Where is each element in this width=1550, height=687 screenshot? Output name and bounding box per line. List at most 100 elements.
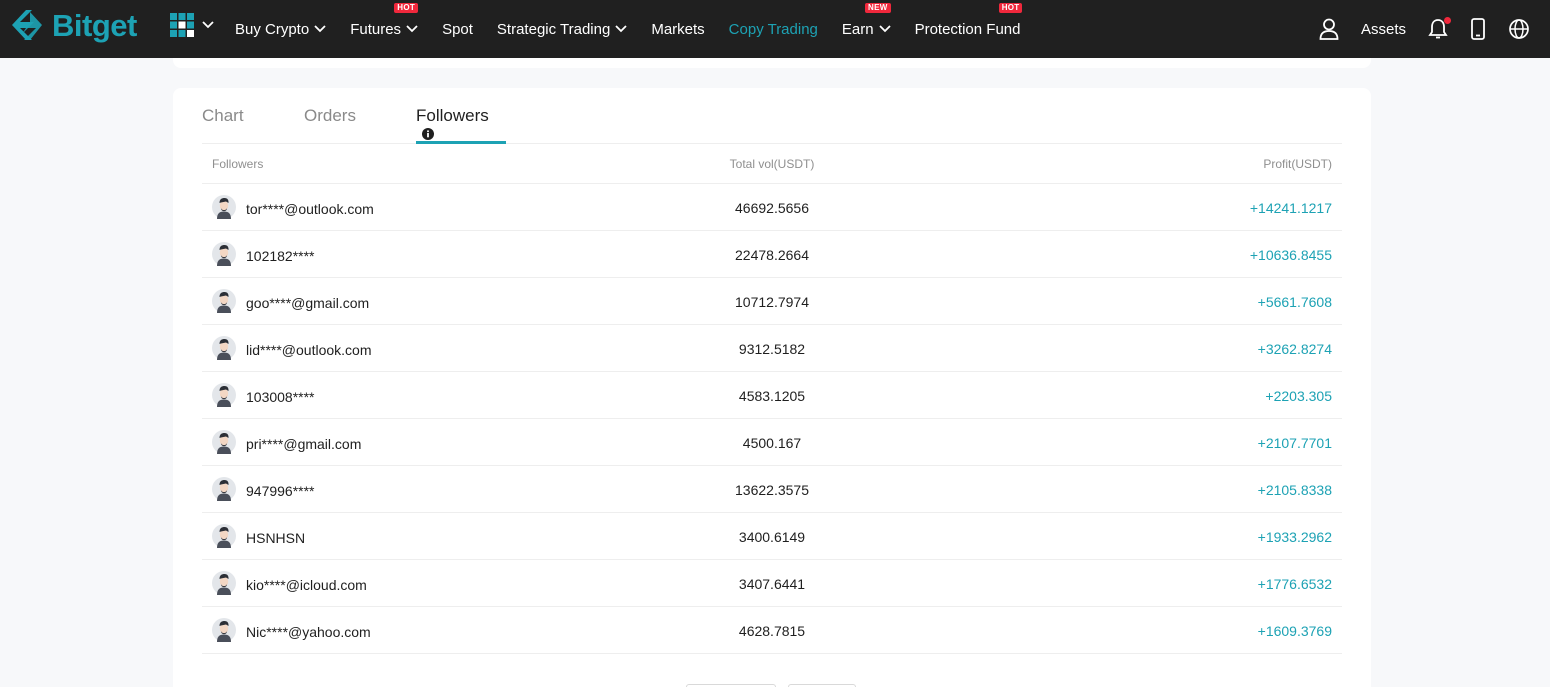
follower-cell: goo****@gmail.com: [212, 289, 369, 316]
followers-table: Followers Total vol(USDT) Profit(USDT) t…: [202, 144, 1342, 654]
assets-link[interactable]: Assets: [1361, 21, 1406, 38]
table-row: kio****@icloud.com 3407.6441 +1776.6532: [202, 560, 1342, 607]
follower-cell: Nic****@yahoo.com: [212, 618, 371, 645]
nav-item-futures[interactable]: Futures HOT: [350, 2, 419, 38]
nav-item-label: Copy Trading: [728, 20, 818, 38]
table-body: tor****@outlook.com 46692.5656 +14241.1217…: [202, 184, 1342, 654]
profit-value: +14241.1217: [1249, 200, 1332, 216]
grid-icon: [170, 13, 194, 37]
table-row: 102182**** 22478.2664 +10636.8455: [202, 231, 1342, 278]
tab-chart[interactable]: Chart: [202, 106, 244, 144]
follower-cell: pri****@gmail.com: [212, 430, 361, 457]
chevron-down-icon: [878, 25, 891, 33]
profit-value: +1776.6532: [1257, 576, 1332, 592]
brand-name: Bitget: [52, 8, 137, 43]
table-row: lid****@outlook.com 9312.5182 +3262.8274: [202, 325, 1342, 372]
total-vol-value: 22478.2664: [735, 247, 809, 263]
table-header: Followers Total vol(USDT) Profit(USDT): [202, 144, 1342, 184]
avatar: [212, 195, 236, 222]
follower-cell: tor****@outlook.com: [212, 195, 374, 222]
table-row: pri****@gmail.com 4500.167 +2107.7701: [202, 419, 1342, 466]
follower-cell: 103008****: [212, 383, 315, 410]
language-button[interactable]: [1508, 18, 1530, 40]
nav-badge-new: NEW: [865, 2, 891, 13]
follower-name: goo****@gmail.com: [246, 294, 370, 311]
total-vol-value: 46692.5656: [735, 200, 809, 216]
total-vol-value: 4500.167: [742, 435, 802, 451]
follower-name: tor****@outlook.com: [246, 200, 374, 217]
apps-menu-button[interactable]: [170, 13, 214, 37]
nav-item-protection-fund[interactable]: Protection Fund HOT: [914, 2, 1023, 38]
notifications-button[interactable]: [1428, 17, 1451, 40]
follower-name: 103008****: [246, 388, 315, 405]
total-vol-value: 4628.7815: [738, 623, 806, 639]
avatar: [212, 383, 236, 410]
nav-badge-hot: HOT: [394, 2, 419, 13]
tab-orders[interactable]: Orders: [304, 106, 356, 144]
nav-item-strategic-trading[interactable]: Strategic Trading: [497, 21, 627, 38]
follower-name: Nic****@yahoo.com: [246, 623, 371, 640]
user-icon: [1319, 18, 1339, 40]
nav-item-label: Markets: [651, 20, 705, 38]
profit-value: +1609.3769: [1257, 623, 1332, 639]
table-row: tor****@outlook.com 46692.5656 +14241.1217: [202, 184, 1342, 231]
table-row: 947996**** 13622.3575 +2105.8338: [202, 466, 1342, 513]
table-row: 103008**** 4583.1205 +2203.305: [202, 372, 1342, 419]
nav-item-copy-trading[interactable]: Copy Trading: [729, 21, 818, 38]
followers-card: Chart Orders Followers Followers Total v…: [173, 88, 1371, 687]
main-nav: Buy Crypto Futures HOT Spot Strategic Tradin…: [235, 0, 1044, 58]
follower-cell: HSNHSN: [212, 524, 305, 551]
nav-item-label: Protection Fund: [914, 20, 1021, 38]
bitget-logo-icon: [12, 10, 42, 40]
header-followers: Followers: [212, 157, 264, 171]
profit-value: +10636.8455: [1249, 247, 1332, 263]
follower-cell: lid****@outlook.com: [212, 336, 372, 363]
info-icon[interactable]: [422, 128, 434, 140]
notification-dot: [1444, 17, 1451, 24]
nav-item-markets[interactable]: Markets: [651, 21, 704, 38]
total-vol-value: 4583.1205: [738, 388, 806, 404]
profit-value: +2105.8338: [1257, 482, 1332, 498]
nav-badge-hot: HOT: [998, 2, 1023, 13]
nav-item-label: Earn: [841, 20, 874, 38]
user-account-button[interactable]: [1319, 18, 1339, 40]
total-vol-value: 10712.7974: [735, 294, 809, 310]
nav-item-spot[interactable]: Spot: [442, 21, 473, 38]
avatar: [212, 430, 236, 457]
table-row: Nic****@yahoo.com 4628.7815 +1609.3769: [202, 607, 1342, 654]
tab-bar: Chart Orders Followers: [202, 88, 1342, 144]
total-vol-value: 9312.5182: [738, 341, 806, 357]
follower-cell: kio****@icloud.com: [212, 571, 367, 598]
globe-icon: [1509, 19, 1529, 39]
follower-name: 947996****: [246, 482, 315, 499]
mobile-app-button[interactable]: [1470, 18, 1486, 40]
nav-item-label: Spot: [442, 20, 473, 38]
chevron-down-icon: [406, 25, 418, 33]
avatar: [212, 477, 236, 504]
header-total-vol: Total vol(USDT): [729, 157, 815, 171]
avatar: [212, 289, 236, 316]
profit-value: +5661.7608: [1257, 294, 1332, 310]
nav-item-buy-crypto[interactable]: Buy Crypto: [235, 21, 326, 38]
header-tools: Assets: [1297, 0, 1530, 58]
follower-cell: 102182****: [212, 242, 315, 269]
total-vol-value: 13622.3575: [735, 482, 809, 498]
chevron-down-icon: [314, 25, 326, 33]
follower-cell: 947996****: [212, 477, 315, 504]
table-row: goo****@gmail.com 10712.7974 +5661.7608: [202, 278, 1342, 325]
profit-value: +1933.2962: [1257, 529, 1332, 545]
previous-card-edge: [173, 58, 1371, 68]
tab-followers[interactable]: Followers: [416, 106, 506, 144]
nav-item-earn[interactable]: Earn NEW: [841, 2, 891, 38]
avatar: [212, 336, 236, 363]
nav-item-label: Strategic Trading: [496, 20, 611, 38]
follower-name: 102182****: [246, 247, 315, 264]
header-profit: Profit(USDT): [1263, 157, 1332, 171]
avatar: [212, 242, 236, 269]
total-vol-value: 3407.6441: [738, 576, 806, 592]
phone-icon: [1471, 18, 1485, 40]
follower-name: HSNHSN: [246, 529, 306, 546]
avatar: [212, 618, 236, 645]
chevron-down-icon: [615, 25, 627, 33]
bitget-logo[interactable]: Bitget: [8, 8, 137, 44]
